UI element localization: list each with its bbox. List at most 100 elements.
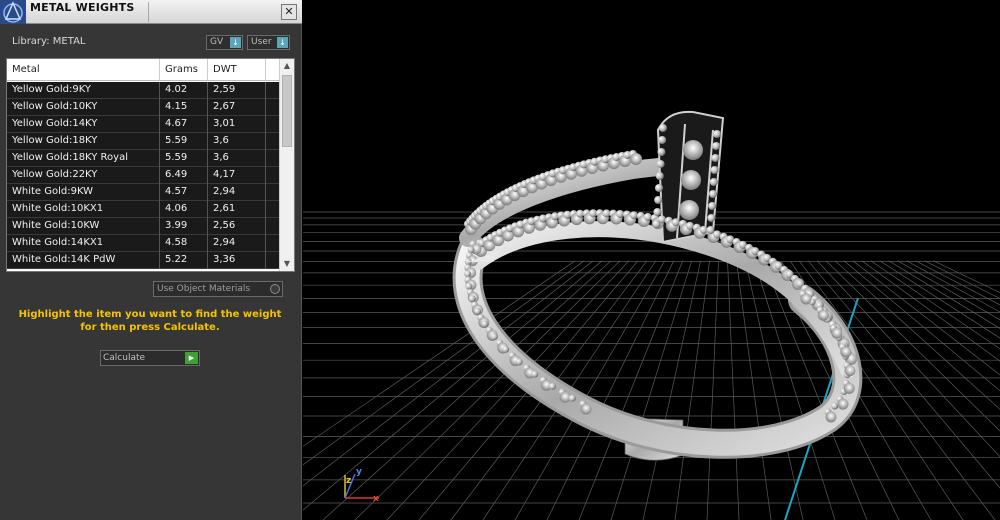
cell-grams: 3.99 — [160, 218, 208, 235]
grid-line — [727, 260, 740, 520]
cell-metal: Yellow Gold:10KY — [7, 99, 160, 116]
shank-bead — [710, 166, 719, 174]
gem-setting — [844, 365, 856, 377]
cell-grams: 4.15 — [160, 99, 208, 116]
gem-setting — [630, 153, 642, 165]
scroll-up-icon[interactable]: ▲ — [280, 59, 294, 73]
cell-spacer — [266, 184, 280, 201]
gem-setting — [817, 309, 829, 321]
cell-dwt: 4,17 — [208, 167, 266, 184]
cell-spacer — [266, 82, 280, 99]
instruction-text: Highlight the item you want to find the … — [18, 309, 282, 333]
table-row[interactable]: White Gold:14KX1 4.58 2,94 — [7, 235, 280, 252]
table-row[interactable]: Yellow Gold:22KY 6.49 4,17 — [7, 167, 280, 184]
cell-spacer — [266, 218, 280, 235]
grid-line — [879, 260, 1000, 339]
shank-bead — [653, 208, 662, 216]
grid-line — [386, 260, 630, 520]
gem-setting — [800, 293, 812, 305]
title-divider — [148, 2, 149, 22]
ring-model[interactable] — [452, 110, 863, 461]
use-object-materials-label: Use Object Materials — [157, 284, 251, 294]
grid-line — [897, 260, 1000, 321]
bead — [643, 212, 652, 221]
shank-bead — [656, 160, 665, 168]
cell-metal: White Gold:9KW — [7, 184, 160, 201]
table-row[interactable]: Yellow Gold:9KY 4.02 2,59 — [7, 82, 280, 99]
shank-bead — [652, 220, 661, 228]
cell-grams: 4.67 — [160, 116, 208, 133]
close-button[interactable]: ✕ — [281, 4, 297, 20]
table-row[interactable]: White Gold:14K PdW 5.22 3,36 — [7, 252, 280, 269]
cell-grams: 4.02 — [160, 82, 208, 99]
scroll-thumb[interactable] — [282, 75, 292, 147]
cell-spacer — [266, 252, 280, 269]
column-header-grams[interactable]: Grams — [160, 59, 208, 81]
cell-dwt: 3,6 — [208, 133, 266, 150]
calculate-button[interactable]: Calculate ▶ — [100, 350, 200, 366]
viewport-canvas[interactable]: y z x — [194, 0, 1000, 520]
play-arrow-icon: ▶ — [185, 352, 198, 364]
app-window: METAL WEIGHTS ✕ Library: METAL GV ↓ User… — [0, 0, 1000, 520]
table-scrollbar[interactable]: ▲ ▼ — [279, 59, 294, 271]
bead — [685, 221, 694, 230]
gem-setting — [825, 411, 837, 423]
cell-spacer — [266, 150, 280, 167]
shank-bead — [707, 214, 716, 222]
cell-spacer — [266, 116, 280, 133]
toggle-knob-icon — [270, 284, 280, 294]
gem-setting — [837, 398, 849, 410]
axis-x-label: x — [373, 494, 379, 504]
use-object-materials-toggle[interactable]: Use Object Materials — [153, 281, 283, 297]
gem-setting — [843, 382, 855, 394]
table-row[interactable]: Yellow Gold:10KY 4.15 2,67 — [7, 99, 280, 116]
table-row[interactable]: Yellow Gold:18KY Royal 5.59 3,6 — [7, 150, 280, 167]
gv-label: GV — [210, 37, 224, 47]
panel-title: METAL WEIGHTS — [30, 1, 135, 14]
column-header-dwt[interactable]: DWT — [208, 59, 266, 81]
cell-dwt: 3,6 — [208, 150, 266, 167]
table-row[interactable]: White Gold:10KW 3.99 2,56 — [7, 218, 280, 235]
ring-front-band — [470, 221, 856, 378]
table-row[interactable]: White Gold:9KW 4.57 2,94 — [7, 184, 280, 201]
axis-y-label: y — [356, 467, 362, 477]
user-dropdown[interactable]: User ↓ — [247, 35, 290, 50]
cell-grams: 4.06 — [160, 201, 208, 218]
grid-line — [888, 260, 1000, 329]
dropdown-arrow-icon: ↓ — [230, 37, 241, 48]
cell-dwt: 2,59 — [208, 82, 266, 99]
shank-bead — [713, 130, 721, 138]
cell-grams: 5.22 — [160, 252, 208, 269]
shank-gem — [683, 140, 703, 160]
user-label: User — [251, 37, 272, 47]
gv-dropdown[interactable]: GV ↓ — [206, 35, 243, 50]
bead — [616, 209, 625, 218]
bead — [481, 320, 489, 328]
panel-titlebar: METAL WEIGHTS ✕ — [0, 0, 302, 24]
cell-metal: Yellow Gold:18KY — [7, 133, 160, 150]
table-row[interactable]: Yellow Gold:18KY 5.59 3,6 — [7, 133, 280, 150]
table-row[interactable]: Yellow Gold:14KY 4.67 3,01 — [7, 116, 280, 133]
shank-bead — [658, 136, 667, 144]
calculate-label: Calculate — [103, 353, 146, 363]
column-header-metal[interactable]: Metal — [7, 59, 160, 81]
grid-line — [578, 260, 684, 520]
grid-line — [706, 260, 719, 520]
shank-bead — [709, 190, 717, 198]
cell-metal: White Gold:14K PdW — [7, 252, 160, 269]
3d-viewport[interactable]: y z x — [194, 0, 1000, 520]
cell-grams: 6.49 — [160, 167, 208, 184]
cell-dwt: 2,67 — [208, 99, 266, 116]
cell-metal: Yellow Gold:18KY Royal — [7, 150, 160, 167]
cell-spacer — [266, 133, 280, 150]
shank-gem — [681, 170, 701, 190]
bead — [502, 345, 510, 353]
axis-z-label: z — [346, 476, 351, 486]
shank-bead — [711, 154, 720, 162]
table-row[interactable]: White Gold:10KX1 4.06 2,61 — [7, 201, 280, 218]
shank-bead — [655, 184, 663, 192]
shank-bead — [659, 124, 667, 132]
scroll-down-icon[interactable]: ▼ — [280, 257, 294, 271]
cell-metal: White Gold:10KX1 — [7, 201, 160, 218]
metal-weights-panel: METAL WEIGHTS ✕ Library: METAL GV ↓ User… — [0, 0, 302, 520]
